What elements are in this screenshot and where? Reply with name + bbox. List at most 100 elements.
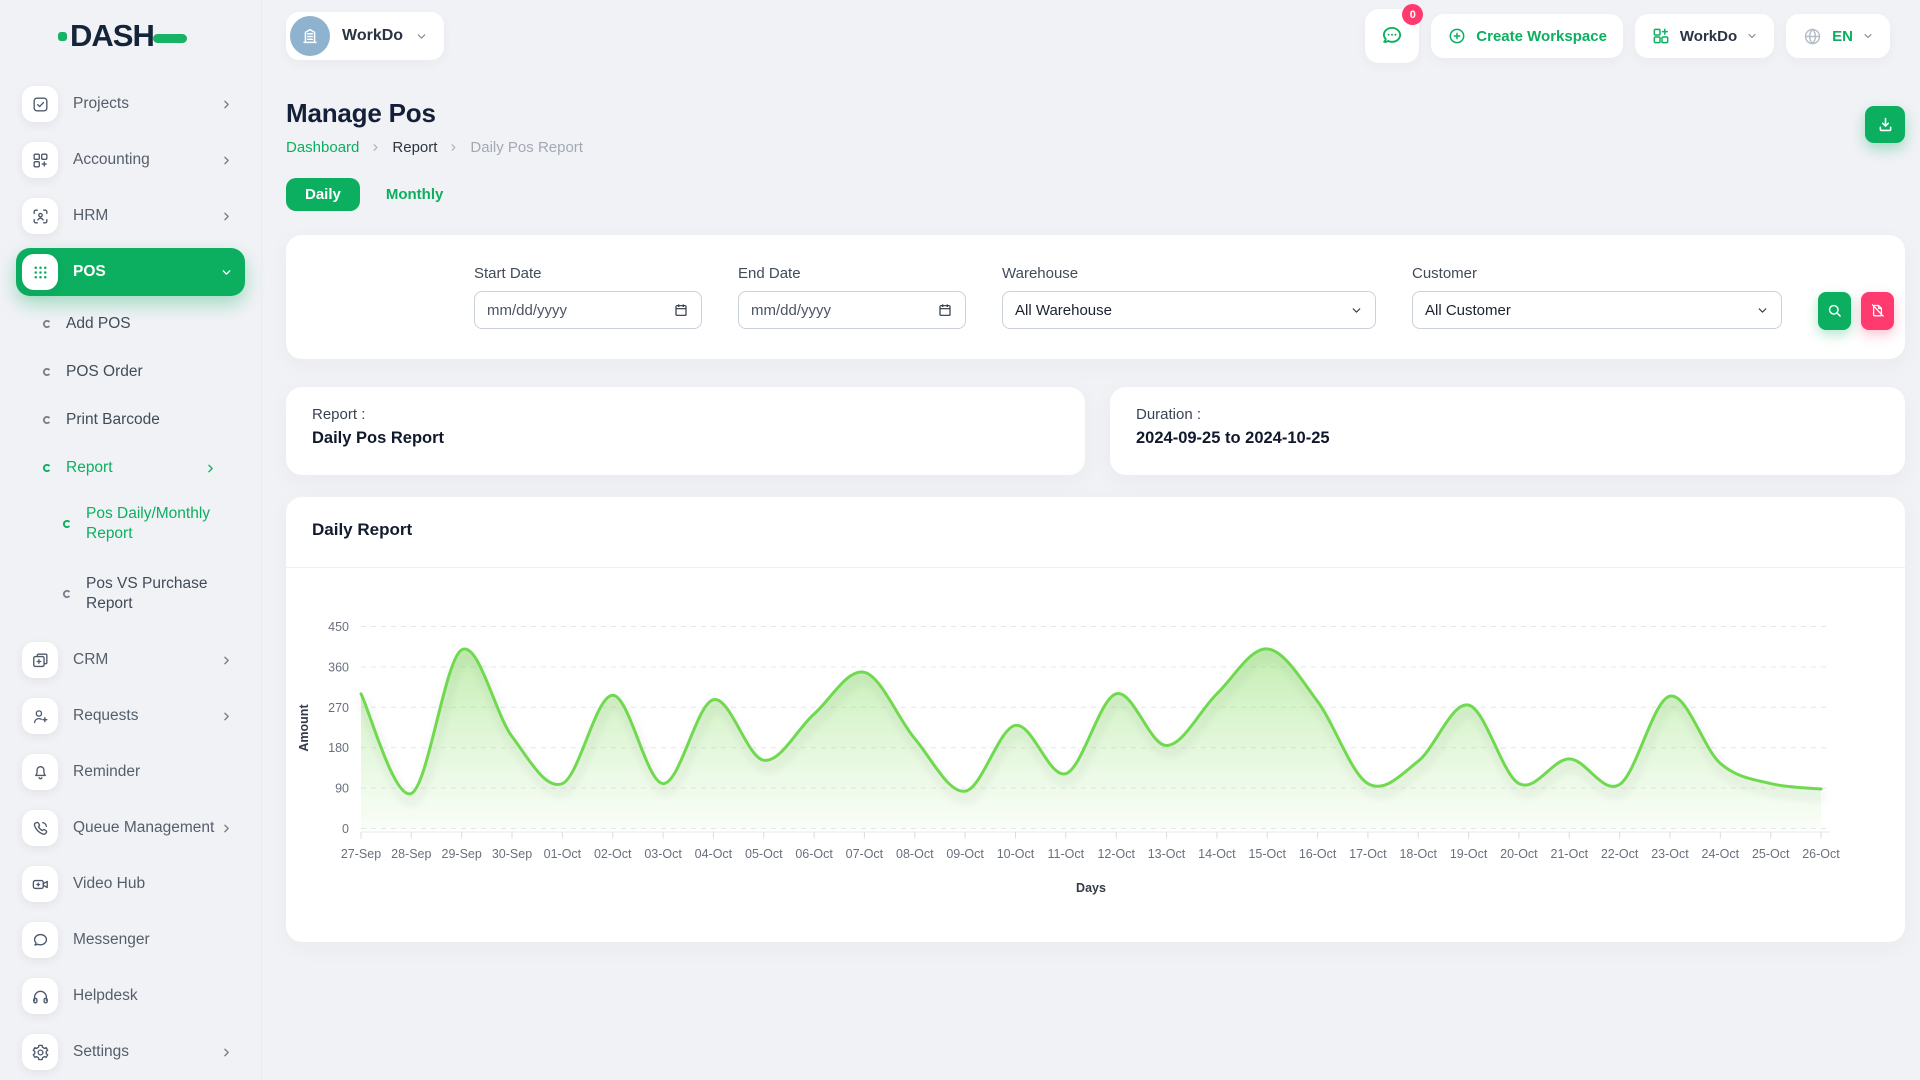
language-selector[interactable]: EN <box>1786 14 1890 58</box>
sidebar-item-reminder[interactable]: Reminder <box>16 748 245 796</box>
duration-summary-card: Duration : 2024-09-25 to 2024-10-25 <box>1110 387 1905 475</box>
chevron-down-icon <box>1746 30 1758 42</box>
messages-badge: 0 <box>1402 4 1423 25</box>
warehouse-value: All Warehouse <box>1015 302 1112 319</box>
phone-call-icon <box>22 810 58 846</box>
page-title: Manage Pos <box>286 98 583 129</box>
sidebar-item-queue-management[interactable]: Queue Management <box>16 804 245 852</box>
sidebar-item-messenger[interactable]: Messenger <box>16 916 245 964</box>
checkbox-icon <box>22 86 58 122</box>
sidebar-item-requests[interactable]: Requests <box>16 692 245 740</box>
calendar-icon[interactable] <box>673 302 689 318</box>
search-button[interactable] <box>1818 292 1851 330</box>
breadcrumb-dashboard[interactable]: Dashboard <box>286 139 359 156</box>
logo-text: DASH <box>70 18 154 54</box>
sidebar-item-print-barcode[interactable]: Print Barcode <box>16 400 245 440</box>
svg-text:14-Oct: 14-Oct <box>1198 847 1236 861</box>
sidebar-item-projects[interactable]: Projects <box>16 80 245 128</box>
workspace-name: WorkDo <box>342 27 403 45</box>
svg-text:19-Oct: 19-Oct <box>1450 847 1488 861</box>
customer-select[interactable]: All Customer <box>1412 291 1782 329</box>
bell-icon <box>22 754 58 790</box>
warehouse-label: Warehouse <box>1002 265 1376 282</box>
tab-daily[interactable]: Daily <box>286 178 360 211</box>
filter-card: Start Date mm/dd/yyyy End Date mm/dd/yyy… <box>286 235 1905 359</box>
bullet-icon <box>42 367 52 377</box>
report-mode-tabs: Daily Monthly <box>286 178 1905 211</box>
sidebar-item-helpdesk[interactable]: Helpdesk <box>16 972 245 1020</box>
report-label: Report : <box>312 406 1059 423</box>
svg-text:05-Oct: 05-Oct <box>745 847 783 861</box>
chevron-right-icon <box>220 710 233 723</box>
reset-filter-button[interactable] <box>1861 292 1894 330</box>
duration-label: Duration : <box>1136 406 1879 423</box>
scan-user-icon <box>22 198 58 234</box>
svg-text:10-Oct: 10-Oct <box>997 847 1035 861</box>
chevron-right-icon <box>370 142 381 153</box>
sidebar-item-pos-vs-purchase-report[interactable]: Pos VS Purchase Report <box>16 566 245 622</box>
messages-button[interactable]: 0 <box>1365 9 1419 63</box>
create-workspace-button[interactable]: Create Workspace <box>1431 14 1623 58</box>
bullet-icon <box>42 415 52 425</box>
chevron-down-icon <box>415 30 428 43</box>
create-workspace-label: Create Workspace <box>1476 28 1607 45</box>
sidebar-item-video-hub[interactable]: Video Hub <box>16 860 245 908</box>
svg-text:360: 360 <box>328 660 349 674</box>
sidebar-item-report[interactable]: Report <box>16 448 245 488</box>
sidebar-item-add-pos[interactable]: Add POS <box>16 304 245 344</box>
area-chart-svg: 090180270360450 27-Sep28-Sep29-Sep30-Sep… <box>286 568 1905 913</box>
svg-text:09-Oct: 09-Oct <box>946 847 984 861</box>
breadcrumb-report[interactable]: Report <box>392 139 437 156</box>
svg-text:30-Sep: 30-Sep <box>492 847 532 861</box>
customer-label: Customer <box>1412 265 1782 282</box>
chevron-right-icon <box>220 154 233 167</box>
globe-icon <box>1802 26 1823 47</box>
start-date-placeholder: mm/dd/yyyy <box>487 302 567 319</box>
sidebar-item-pos[interactable]: POS <box>16 248 245 296</box>
sidebar-item-pos-daily-monthly-report[interactable]: Pos Daily/Monthly Report <box>16 496 245 552</box>
download-icon <box>1876 115 1895 134</box>
search-icon <box>1826 302 1843 319</box>
svg-text:90: 90 <box>335 782 349 796</box>
workdo-menu-button[interactable]: WorkDo <box>1635 14 1774 58</box>
bullet-icon <box>42 463 52 473</box>
svg-text:18-Oct: 18-Oct <box>1399 847 1437 861</box>
svg-text:08-Oct: 08-Oct <box>896 847 934 861</box>
svg-text:180: 180 <box>328 741 349 755</box>
bullet-icon <box>42 319 52 329</box>
sidebar-item-settings[interactable]: Settings <box>16 1028 245 1076</box>
sidebar-item-pos-order[interactable]: POS Order <box>16 352 245 392</box>
svg-text:22-Oct: 22-Oct <box>1601 847 1639 861</box>
report-summary-card: Report : Daily Pos Report <box>286 387 1085 475</box>
brand-logo[interactable]: DASH <box>0 0 261 72</box>
chat-dots-icon <box>1379 23 1405 49</box>
svg-text:23-Oct: 23-Oct <box>1651 847 1689 861</box>
chevron-right-icon <box>220 822 233 835</box>
download-report-button[interactable] <box>1865 106 1905 143</box>
warehouse-select[interactable]: All Warehouse <box>1002 291 1376 329</box>
customer-value: All Customer <box>1425 302 1511 319</box>
main-content: Manage Pos Dashboard Report Daily Pos Re… <box>262 72 1920 942</box>
svg-text:25-Oct: 25-Oct <box>1752 847 1790 861</box>
start-date-input[interactable]: mm/dd/yyyy <box>474 291 702 329</box>
daily-report-chart: 090180270360450 27-Sep28-Sep29-Sep30-Sep… <box>286 568 1905 913</box>
sidebar-item-accounting[interactable]: Accounting <box>16 136 245 184</box>
svg-text:450: 450 <box>328 620 349 634</box>
chevron-right-icon <box>448 142 459 153</box>
svg-text:24-Oct: 24-Oct <box>1702 847 1740 861</box>
bullet-icon <box>62 519 72 529</box>
workspace-switcher[interactable]: WorkDo <box>286 12 444 60</box>
chevron-down-icon <box>1862 30 1874 42</box>
end-date-input[interactable]: mm/dd/yyyy <box>738 291 966 329</box>
svg-text:26-Oct: 26-Oct <box>1802 847 1840 861</box>
sidebar-item-hrm[interactable]: HRM <box>16 192 245 240</box>
grid-add-icon <box>22 142 58 178</box>
sidebar-item-crm[interactable]: CRM <box>16 636 245 684</box>
chevron-down-icon <box>220 266 233 279</box>
calendar-icon[interactable] <box>937 302 953 318</box>
chat-bubble-icon <box>22 922 58 958</box>
tab-monthly[interactable]: Monthly <box>386 186 444 203</box>
plus-circle-icon <box>1447 26 1467 46</box>
svg-text:03-Oct: 03-Oct <box>644 847 682 861</box>
video-camera-icon <box>22 866 58 902</box>
